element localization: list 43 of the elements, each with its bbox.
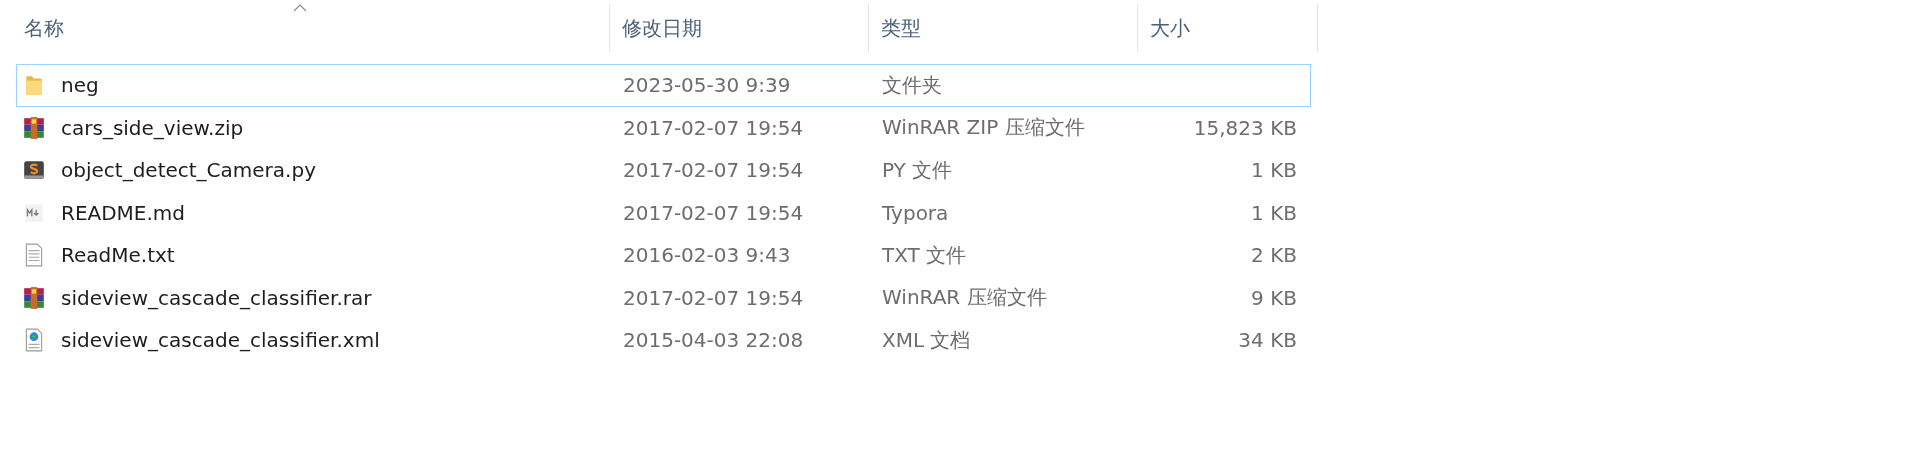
modified-date: 2017-02-07 19:54 (623, 285, 804, 310)
file-type: 文件夹 (882, 71, 942, 99)
file-type: Typora (882, 200, 949, 225)
file-row[interactable]: README.md 2017-02-07 19:54 Typora 1 KB (16, 191, 1311, 234)
file-row[interactable]: ReadMe.txt 2016-02-03 9:43 TXT 文件 2 KB (16, 234, 1311, 277)
file-name: neg (61, 73, 99, 98)
modified-date: 2017-02-07 19:54 (623, 200, 804, 225)
folder-icon (23, 73, 45, 98)
column-header[interactable]: 大小 (1138, 4, 1318, 52)
file-name: sideview_cascade_classifier.xml (61, 328, 380, 353)
file-name: README.md (61, 200, 186, 225)
file-name: cars_side_view.zip (61, 115, 244, 140)
file-name: object_detect_Camera.py (61, 158, 316, 183)
file-type: WinRAR 压缩文件 (882, 284, 1047, 312)
file-row[interactable]: sideview_cascade_classifier.rar 2017-02-07 19:54 WinRAR 压缩文件 9 KB (16, 276, 1311, 319)
file-row[interactable]: neg 2023-05-30 9:39 文件夹 (16, 64, 1311, 107)
modified-date: 2016-02-03 9:43 (623, 243, 791, 268)
column-header[interactable]: 类型 (869, 4, 1138, 52)
file-type: WinRAR ZIP 压缩文件 (882, 114, 1085, 142)
column-header[interactable]: 名称 (0, 4, 610, 52)
modified-date: 2017-02-07 19:54 (623, 158, 804, 183)
file-size: 1 KB (1251, 158, 1297, 183)
file-size: 1 KB (1251, 200, 1297, 225)
file-row[interactable]: cars_side_view.zip 2017-02-07 19:54 WinRAR ZIP 压缩文件 15,823 KB (16, 106, 1311, 149)
file-row[interactable]: object_detect_Camera.py 2017-02-07 19:54 PY 文件 1 KB (16, 149, 1311, 192)
file-size: 2 KB (1251, 243, 1297, 268)
file-type: PY 文件 (882, 156, 953, 184)
modified-date: 2023-05-30 9:39 (623, 73, 791, 98)
file-name: ReadMe.txt (61, 243, 175, 268)
text-file-icon (23, 243, 45, 268)
file-type: XML 文档 (882, 326, 971, 354)
file-row[interactable]: sideview_cascade_classifier.xml 2015-04-03 22:08 XML 文档 34 KB (16, 319, 1311, 362)
file-size: 9 KB (1251, 285, 1297, 310)
file-name: sideview_cascade_classifier.rar (61, 285, 372, 310)
column-header[interactable]: 修改日期 (610, 4, 869, 52)
modified-date: 2017-02-07 19:54 (623, 115, 804, 140)
archive-icon (23, 115, 45, 140)
file-size: 34 KB (1238, 328, 1297, 353)
modified-date: 2015-04-03 22:08 (623, 328, 804, 353)
archive-icon (23, 285, 45, 310)
file-size: 15,823 KB (1193, 115, 1297, 140)
web-document-icon (23, 328, 45, 353)
file-type: TXT 文件 (882, 241, 967, 269)
